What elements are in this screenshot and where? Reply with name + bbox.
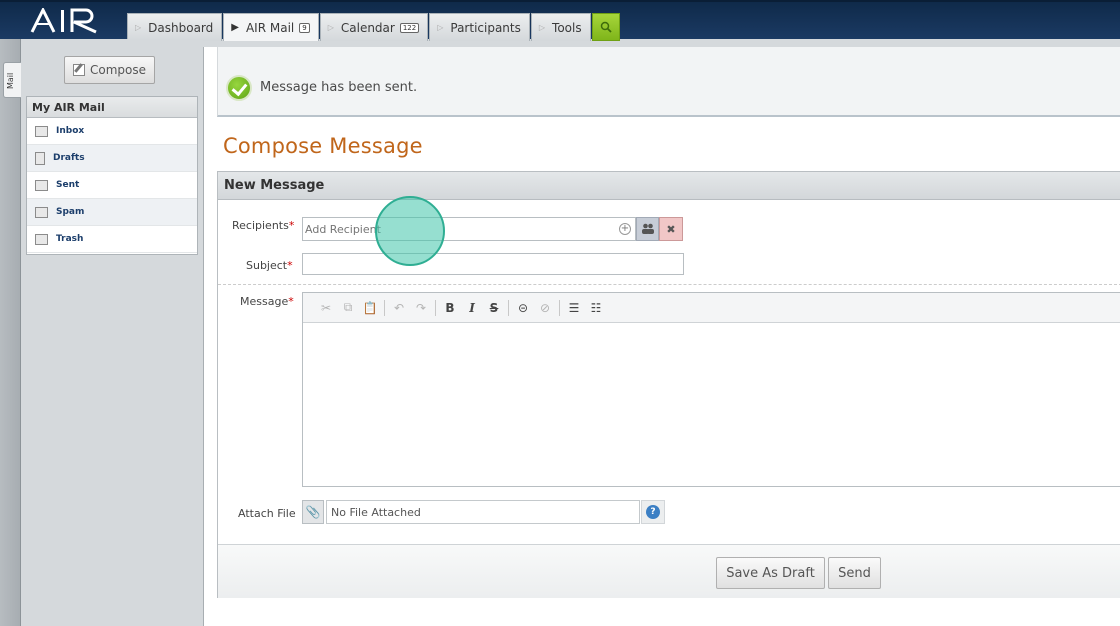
side-tab-mail[interactable]: Mail [3,62,21,98]
search-button[interactable] [591,13,620,41]
undo-icon[interactable]: ↶ [388,299,410,317]
subject-label-text: Subject [246,259,288,272]
sidebar-item-label: Trash [56,234,84,244]
strikethrough-icon[interactable]: S [483,299,505,317]
toolbar-separator [559,299,560,316]
required-marker: * [287,259,293,272]
editor-toolbar: ✂ ⧉ 📋 ↶ ↷ B I S ⊝ ⊘ ☰ ☷ [303,293,1120,323]
attach-file-label: Attach File [238,507,296,520]
tab-label: Dashboard [148,20,214,35]
unlink-icon[interactable]: ⊘ [534,299,556,317]
form-footer: Save As Draft Send [218,544,1120,598]
tab-arrow-icon: ▷ [135,23,142,32]
help-icon: ? [646,505,660,519]
sent-icon [35,179,48,191]
tab-calendar[interactable]: ▷ Calendar 122 [319,13,429,41]
sidebar-item-inbox[interactable]: Inbox [27,118,197,145]
bulleted-list-icon[interactable]: ☷ [585,299,607,317]
recipients-field[interactable]: + [302,217,636,241]
tab-label: Tools [552,20,582,35]
sidebar-item-drafts[interactable]: Drafts [27,145,197,172]
compose-label: Compose [89,63,146,77]
tab-label: Calendar [340,20,395,35]
notice-text: Message has been sent. [260,80,418,95]
recipients-label: Recipients* [232,219,294,232]
recipients-input[interactable] [305,221,615,237]
paste-icon[interactable]: 📋 [359,299,381,317]
mailbox-panel: My AIR Mail Inbox Drafts Sent Spam Trash [26,96,198,255]
toolbar-separator [508,299,509,316]
compose-icon [72,64,85,76]
compose-button[interactable]: Compose [64,56,155,84]
send-button[interactable]: Send [828,557,881,589]
redo-icon[interactable]: ↷ [410,299,432,317]
search-icon [600,21,612,33]
numbered-list-icon[interactable]: ☰ [563,299,585,317]
required-marker: * [288,219,295,232]
spam-icon [35,206,48,218]
form-divider [218,284,1120,285]
tab-participants[interactable]: ▷ Participants [429,13,530,41]
message-editor[interactable]: ✂ ⧉ 📋 ↶ ↷ B I S ⊝ ⊘ ☰ ☷ [302,292,1120,487]
left-edge-strip [0,39,21,626]
document-icon [35,151,45,165]
sidebar-item-sent[interactable]: Sent [27,172,197,199]
trash-icon [35,233,48,245]
sidebar-item-label: Drafts [53,153,85,163]
sidebar-item-spam[interactable]: Spam [27,199,197,226]
toolbar-separator [435,299,436,316]
sidebar: Compose My AIR Mail Inbox Drafts Sent Sp… [21,39,203,626]
toolbar-separator [384,299,385,316]
help-button[interactable]: ? [641,500,665,524]
tab-label: AIR Mail [245,20,295,35]
subject-input[interactable] [302,253,684,275]
top-navigation-bar: ▷ Dashboard ▶ AIR Mail 9 ▷ Calendar 122 … [0,0,1120,41]
tab-arrow-icon: ▷ [538,23,546,32]
message-label: Message* [240,295,294,308]
copy-icon[interactable]: ⧉ [337,299,359,317]
attached-file-field: No File Attached [326,500,640,524]
click-indicator [375,196,445,266]
main-tabs: ▷ Dashboard ▶ AIR Mail 9 ▷ Calendar 122 … [127,13,620,41]
add-recipient-icon[interactable]: + [619,223,631,235]
tab-label: Participants [450,20,521,35]
contacts-icon [641,223,654,234]
cut-icon[interactable]: ✂ [315,299,337,317]
bold-icon[interactable]: B [439,299,461,317]
new-message-panel: New Message Recipients* + ✖ Subject* Mes… [217,171,1120,598]
calendar-count-badge: 122 [399,22,420,33]
sidebar-item-trash[interactable]: Trash [27,226,197,253]
attach-file-button[interactable]: 📎 [302,500,324,524]
mailbox-title: My AIR Mail [27,97,197,118]
sidebar-item-label: Spam [56,207,85,217]
envelope-icon [35,125,48,137]
tab-dashboard[interactable]: ▷ Dashboard [127,13,223,41]
close-icon: ✖ [666,222,676,236]
sidebar-item-label: Inbox [56,126,85,136]
subject-label: Subject* [246,259,293,272]
sidebar-item-label: Sent [56,180,80,190]
page-title: Compose Message [223,134,423,158]
save-as-draft-button[interactable]: Save As Draft [716,557,825,589]
tab-air-mail[interactable]: ▶ AIR Mail 9 [223,13,319,41]
unread-count-badge: 9 [299,22,310,33]
paperclip-icon: 📎 [305,505,321,519]
check-circle-icon [226,75,252,101]
side-tab-label: Mail [6,72,15,89]
tab-arrow-icon: ▷ [437,23,444,32]
recipients-label-text: Recipients [232,219,289,232]
air-logo[interactable] [30,6,100,34]
tab-tools[interactable]: ▷ Tools [530,13,591,41]
required-marker: * [288,295,294,308]
success-notice: Message has been sent. [217,47,1120,117]
tab-arrow-icon: ▷ [327,23,334,32]
tab-arrow-icon: ▶ [231,22,239,33]
clear-recipients-button[interactable]: ✖ [659,217,683,241]
link-icon[interactable]: ⊝ [512,299,534,317]
panel-title: New Message [218,172,1120,200]
main-content: Message has been sent. Compose Message N… [203,47,1120,626]
message-label-text: Message [240,295,289,308]
address-book-button[interactable] [636,217,659,241]
italic-icon[interactable]: I [461,299,483,317]
